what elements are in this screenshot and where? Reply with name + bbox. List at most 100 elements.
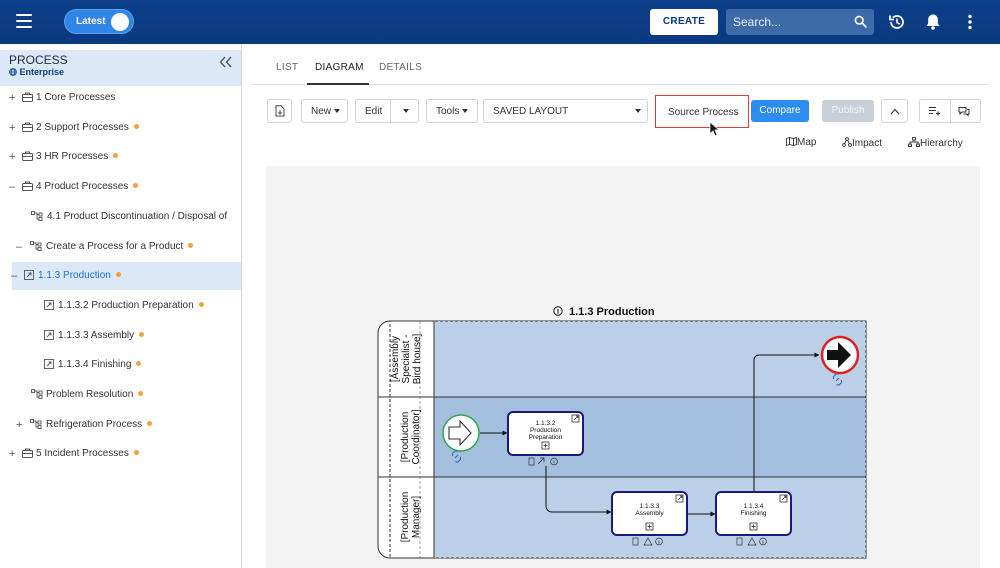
history-icon[interactable] <box>887 12 907 32</box>
hierarchy-label: Hierarchy <box>920 138 963 149</box>
tree-item-label: 1.1.3.2 Production Preparation <box>58 299 194 311</box>
status-dot <box>133 183 139 189</box>
toggle-knob <box>111 13 129 31</box>
tree-item-text: 3 HR Processes <box>36 151 119 163</box>
panel-subtitle-text: Enterprise <box>19 67 65 77</box>
tree-item[interactable]: – 4 Product Processes <box>0 173 241 201</box>
search-input[interactable]: Search... <box>726 9 874 35</box>
briefcase-icon <box>22 181 33 194</box>
compare-button[interactable]: Compare <box>751 100 809 122</box>
status-dot <box>147 420 153 426</box>
tree-item-text: Refrigeration Process <box>46 418 153 430</box>
tree-item[interactable]: Problem Resolution <box>0 381 241 409</box>
panel-subtitle: Enterprise <box>9 67 64 77</box>
collapse-icon[interactable]: – <box>16 241 22 253</box>
tree-item-label: Refrigeration Process <box>46 418 143 430</box>
view-actions-group <box>919 99 981 123</box>
chevron-down-icon <box>635 109 641 113</box>
chevron-down-icon <box>334 109 341 113</box>
task-name-line: Preparation <box>529 434 563 441</box>
top-bar: Latest CREATE Search... <box>0 0 1000 44</box>
diagram-canvas[interactable]: 1.1.3 Production [AssemblySpecialist -Bi… <box>266 166 980 568</box>
export-button[interactable] <box>267 99 292 123</box>
collapse-toolbar-button[interactable] <box>881 99 908 123</box>
briefcase-icon <box>22 92 33 105</box>
collapse-panel-icon[interactable] <box>219 56 233 68</box>
impact-link[interactable]: Impact <box>842 137 882 149</box>
publish-button[interactable]: Publish <box>822 100 874 122</box>
status-dot <box>198 301 204 307</box>
tree-item[interactable]: + Refrigeration Process <box>0 411 241 439</box>
tree-item-label: 1 Core Processes <box>36 92 116 103</box>
status-dot <box>115 272 121 278</box>
tree-item-label: 5 Incident Processes <box>36 448 129 460</box>
chevron-up-icon <box>890 108 900 115</box>
collapse-icon[interactable]: – <box>11 270 17 282</box>
status-dot <box>113 153 119 159</box>
chevron-down-icon[interactable] <box>403 109 409 113</box>
tree-item[interactable]: +2 Support Processes <box>0 114 241 142</box>
tab-diagram[interactable]: DIAGRAM <box>315 62 364 73</box>
status-dot <box>138 391 144 396</box>
new-dropdown[interactable]: New <box>301 99 348 123</box>
tree-item[interactable]: 1.1.3.4 Finishing <box>0 351 241 379</box>
group-divider <box>950 100 951 122</box>
hierarchy-icon <box>30 418 42 432</box>
collapse-icon[interactable]: – <box>9 181 15 193</box>
tab-list[interactable]: LIST <box>276 62 298 73</box>
lane-assembly-specialist[interactable] <box>434 321 866 397</box>
expand-icon[interactable]: + <box>9 448 15 460</box>
tree-item[interactable]: 1.1.3.3 Assembly <box>0 322 241 350</box>
external-process-icon <box>44 359 54 372</box>
tree-item[interactable]: 4.1 Product Discontinuation / Disposal o… <box>0 203 241 231</box>
edit-split-button[interactable]: Edit <box>355 99 419 123</box>
tree-item[interactable]: +3 HR Processes <box>0 143 241 171</box>
lane-label-coordinator: [ProductionCoordinator] <box>400 409 422 464</box>
expand-icon[interactable]: + <box>9 151 15 163</box>
tree-item-text: 1.1.3.3 Assembly <box>58 329 145 341</box>
more-vertical-icon[interactable] <box>960 12 980 32</box>
chevron-down-icon <box>462 109 469 113</box>
task-name: Assembly <box>635 510 664 517</box>
tree-item-label: Create a Process for a Product <box>46 240 184 252</box>
briefcase-icon <box>22 151 33 164</box>
tree-item-text: 4 Product Processes <box>36 181 139 192</box>
hierarchy-link[interactable]: Hierarchy <box>908 137 963 149</box>
external-process-icon <box>44 299 54 313</box>
new-label: New <box>311 106 332 117</box>
create-button[interactable]: CREATE <box>650 9 718 35</box>
tree-item-label: 1.1.3.4 Finishing <box>58 359 132 371</box>
saved-layout-select[interactable]: SAVED LAYOUT <box>483 99 648 123</box>
expand-icon[interactable]: + <box>9 92 15 104</box>
map-link[interactable]: Map <box>786 136 816 148</box>
tree-item[interactable]: 1.1.3.2 Production Preparation <box>0 292 241 320</box>
briefcase-icon <box>22 448 33 461</box>
tree-item[interactable]: – 1.1.3 Production <box>11 262 241 291</box>
briefcase-icon <box>22 122 33 135</box>
bpmn-diagram: 1.1.3 Production [AssemblySpecialist -Bi… <box>377 306 867 559</box>
add-list-icon[interactable] <box>929 106 941 116</box>
tree-item[interactable]: – Create a Process for a Product <box>0 233 241 261</box>
tree-item-label: 1.1.3.3 Assembly <box>58 329 135 341</box>
menu-icon[interactable] <box>16 14 32 28</box>
task-id: 1.1.3.3 <box>640 503 660 510</box>
tab-details[interactable]: DETAILS <box>379 62 422 73</box>
impact-icon <box>842 137 852 147</box>
search-placeholder: Search... <box>733 15 782 29</box>
latest-toggle[interactable]: Latest <box>64 9 134 34</box>
tree-item-label: Problem Resolution <box>46 389 134 400</box>
lane-production-coordinator[interactable] <box>434 397 866 477</box>
notification-bell-icon[interactable] <box>923 12 943 32</box>
tree-item-label: 3 HR Processes <box>36 151 109 163</box>
tree-item[interactable]: +1 Core Processes <box>0 84 241 112</box>
tree-item[interactable]: +5 Incident Processes <box>0 440 241 468</box>
expand-icon[interactable]: + <box>9 122 15 134</box>
split-divider <box>390 100 391 122</box>
source-process-button[interactable]: Source Process <box>655 95 749 128</box>
expand-icon[interactable]: + <box>16 419 22 431</box>
status-dot <box>136 361 142 367</box>
comments-icon[interactable] <box>958 106 970 117</box>
external-process-icon <box>44 329 54 343</box>
task-name: Finishing <box>740 510 766 517</box>
tools-dropdown[interactable]: Tools <box>426 99 478 123</box>
